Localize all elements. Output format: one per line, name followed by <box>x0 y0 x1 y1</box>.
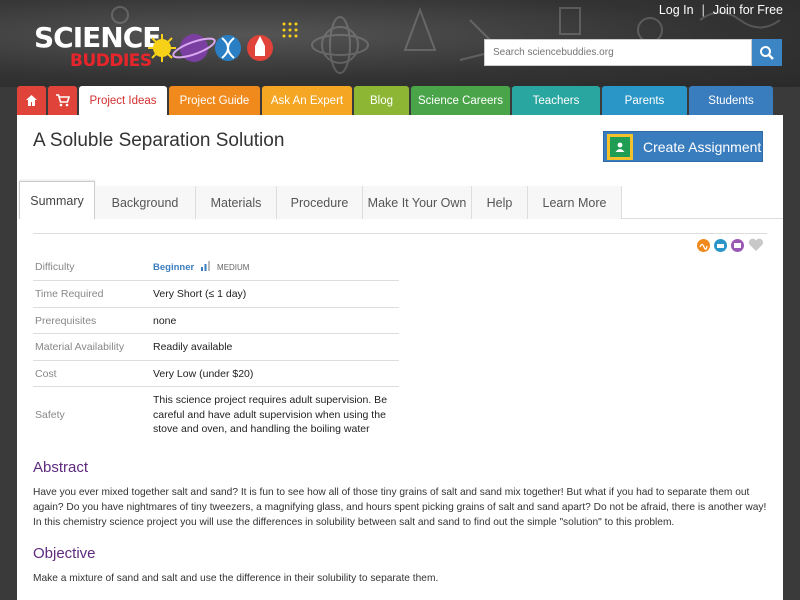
create-assignment-button[interactable]: Create Assignment <box>603 131 763 162</box>
fact-row-safety: Safety This science project requires adu… <box>33 387 399 443</box>
favorite-heart-icon[interactable] <box>748 238 764 252</box>
tab-background[interactable]: Background <box>95 186 196 219</box>
fact-row-cost: Cost Very Low (under $20) <box>33 361 399 387</box>
abstract-text: Have you ever mixed together salt and sa… <box>33 487 767 528</box>
objective-heading: Objective <box>33 545 96 562</box>
share-icon[interactable] <box>697 238 710 252</box>
join-link[interactable]: Join for Free <box>713 3 783 17</box>
fact-label: Time Required <box>35 288 104 300</box>
fact-value: This science project requires adult supe… <box>153 394 388 436</box>
fact-label: Prerequisites <box>35 314 97 327</box>
search-input[interactable] <box>484 39 752 66</box>
content-divider <box>33 233 767 234</box>
logo-science-text: SCIENCE <box>34 21 161 54</box>
classroom-person-icon <box>615 142 625 152</box>
difficulty-beginner: Beginner <box>153 262 195 273</box>
search-icon <box>760 45 774 60</box>
objective-text: Make a mixture of sand and salt and use … <box>33 573 439 584</box>
main-navigation: Project Ideas Project Guide Ask An Exper… <box>17 86 783 115</box>
login-link[interactable]: Log In <box>659 3 694 17</box>
share-toolbar <box>697 238 764 252</box>
project-subtabs: Summary Background Materials Procedure M… <box>19 181 783 219</box>
search-button[interactable] <box>752 39 782 66</box>
fact-row-material-availability: Material Availability Readily available <box>33 334 399 361</box>
account-links: Log In | Join for Free <box>659 3 783 17</box>
fact-row-prerequisites: Prerequisites none <box>33 308 399 334</box>
site-header: Log In | Join for Free SCIENCE BUDDIES <box>0 0 800 87</box>
abstract-heading: Abstract <box>33 459 89 476</box>
google-classroom-icon <box>607 133 633 160</box>
tab-procedure[interactable]: Procedure <box>277 186 363 219</box>
link-separator: | <box>701 3 705 17</box>
fact-value: Very Short (≤ 1 day) <box>153 288 247 300</box>
tab-project-guide[interactable]: Project Guide <box>169 86 260 115</box>
tab-teachers[interactable]: Teachers <box>512 86 600 115</box>
tab-students[interactable]: Students <box>689 86 773 115</box>
fact-value: Beginner MEDIUM <box>153 261 399 273</box>
cart-icon <box>55 94 70 107</box>
site-search <box>484 39 782 66</box>
tab-learn-more[interactable]: Learn More <box>528 186 622 219</box>
project-facts-table: Difficulty Beginner MEDIUM Time Required… <box>33 254 399 443</box>
logo-buddies-text: BUDDIES <box>70 51 152 71</box>
difficulty-bars-icon <box>201 261 211 271</box>
home-icon <box>26 95 37 106</box>
logo-science-icons <box>148 22 298 62</box>
fact-label: Difficulty <box>35 261 75 273</box>
tab-blog[interactable]: Blog <box>354 86 409 115</box>
difficulty-medium: MEDIUM <box>217 263 250 272</box>
home-tab[interactable] <box>17 86 46 115</box>
tab-make-it-your-own[interactable]: Make It Your Own <box>363 186 472 219</box>
content-panel: A Soluble Separation Solution Create Ass… <box>17 115 783 600</box>
tab-ask-an-expert[interactable]: Ask An Expert <box>262 86 352 115</box>
page-title: A Soluble Separation Solution <box>33 130 285 151</box>
fact-row-time: Time Required Very Short (≤ 1 day) <box>33 281 399 308</box>
tab-parents[interactable]: Parents <box>602 86 687 115</box>
email-icon[interactable] <box>731 238 744 252</box>
print-icon[interactable] <box>714 238 727 252</box>
fact-value: Readily available <box>153 341 233 353</box>
fact-row-difficulty: Difficulty Beginner MEDIUM <box>33 254 399 281</box>
fact-label: Cost <box>35 367 57 380</box>
tab-materials[interactable]: Materials <box>196 186 277 219</box>
tab-summary[interactable]: Summary <box>19 181 95 219</box>
fact-value: none <box>153 314 177 327</box>
cart-tab[interactable] <box>48 86 77 115</box>
tab-project-ideas[interactable]: Project Ideas <box>79 86 167 115</box>
fact-label: Safety <box>35 409 65 421</box>
tab-science-careers[interactable]: Science Careers <box>411 86 510 115</box>
tab-help[interactable]: Help <box>472 186 528 219</box>
science-buddies-logo[interactable]: SCIENCE BUDDIES <box>32 20 302 80</box>
fact-label: Material Availability <box>35 341 125 353</box>
fact-value: Very Low (under $20) <box>153 367 254 380</box>
create-assignment-label: Create Assignment <box>643 138 762 155</box>
